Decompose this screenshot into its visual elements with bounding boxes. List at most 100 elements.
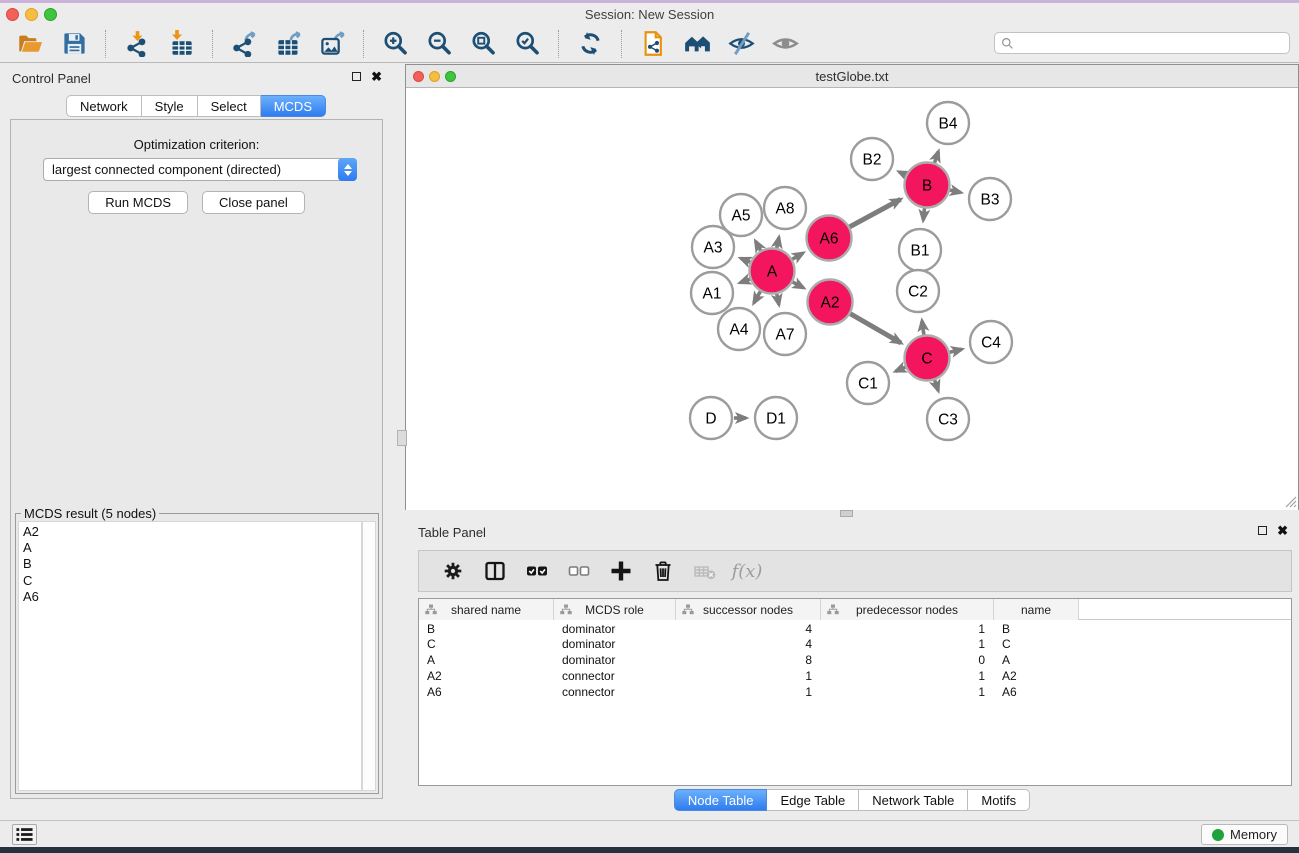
graph-node-C3[interactable]: C3 [927,398,969,440]
graph-edge-C-C1[interactable] [896,367,906,371]
add-column-icon[interactable] [602,555,640,587]
search-input[interactable] [1014,36,1289,50]
zoom-selected-icon[interactable] [508,28,546,60]
close-panel-button[interactable]: Close panel [202,191,305,214]
delete-table-icon[interactable] [686,555,724,587]
show-graphics-icon[interactable] [766,28,804,60]
table-cell[interactable]: connector [554,667,676,683]
graph-edge-C-C3[interactable] [934,380,938,391]
graph-node-A2[interactable]: A2 [808,280,853,325]
column-header-predecessor-nodes[interactable]: predecessor nodes [821,599,994,620]
graph-edge-A-A3[interactable] [741,258,751,262]
graph-node-C2[interactable]: C2 [897,270,939,312]
mcds-result-item[interactable]: A2 [23,524,357,540]
graph-edge-B-B1[interactable] [923,208,924,220]
task-history-button[interactable] [12,824,37,845]
table-settings-icon[interactable] [434,555,472,587]
graph-node-A8[interactable]: A8 [764,187,806,229]
mcds-result-item[interactable]: A6 [23,589,357,605]
graph-node-A[interactable]: A [750,249,795,294]
table-tab-motifs[interactable]: Motifs [968,789,1030,811]
graph-edge-A6-B[interactable] [849,199,900,227]
table-cell[interactable]: connector [554,683,676,699]
table-row[interactable]: Bdominator41B [419,620,1291,636]
graph-edge-A2-C[interactable] [850,313,901,343]
show-columns-icon[interactable] [476,555,514,587]
table-cell[interactable]: dominator [554,652,676,668]
open-session-icon[interactable] [11,28,49,60]
graph-edge-C-C4[interactable] [949,349,962,352]
search-field[interactable] [994,32,1290,54]
table-cell[interactable]: 8 [676,652,821,668]
graph-edge-B-B4[interactable] [934,151,938,163]
graph-node-C4[interactable]: C4 [970,321,1012,363]
graph-node-B1[interactable]: B1 [899,229,941,271]
zoom-out-icon[interactable] [420,28,458,60]
graph-edge-B-B3[interactable] [949,190,960,193]
table-cell[interactable]: 1 [821,636,994,652]
horizontal-splitter-handle[interactable] [840,510,853,517]
graph-node-D1[interactable]: D1 [755,397,797,439]
graph-edge-A-A7[interactable] [777,294,779,305]
hide-details-icon[interactable] [722,28,760,60]
table-cell[interactable]: B [994,620,1079,636]
function-builder-icon[interactable]: f(x) [728,555,766,587]
column-header-successor-nodes[interactable]: successor nodes [676,599,821,620]
graph-edge-B-B2[interactable] [899,172,906,175]
close-panel-icon[interactable]: ✖ [371,72,382,81]
graph-edge-C-C2[interactable] [922,321,924,335]
graph-node-D[interactable]: D [690,397,732,439]
table-tab-edge-table[interactable]: Edge Table [767,789,859,811]
import-table-icon[interactable] [162,28,200,60]
graph-node-C1[interactable]: C1 [847,362,889,404]
graph-node-A3[interactable]: A3 [692,226,734,268]
mcds-result-item[interactable]: C [23,573,357,589]
column-header-name[interactable]: name [994,599,1079,620]
table-cell[interactable]: 1 [821,683,994,699]
table-cell[interactable]: B [419,620,554,636]
table-cell[interactable]: 4 [676,636,821,652]
graph-node-A4[interactable]: A4 [718,308,760,350]
table-cell[interactable]: 0 [821,652,994,668]
table-cell[interactable]: 4 [676,620,821,636]
run-mcds-button[interactable]: Run MCDS [88,191,188,214]
table-cell[interactable]: 1 [821,667,994,683]
table-cell[interactable]: A [419,652,554,668]
graph-node-A6[interactable]: A6 [807,216,852,261]
float-table-panel-icon[interactable] [1258,526,1267,535]
network-canvas[interactable]: B4B2BB3A5A8A6A3B1AA1C2A2A4A7CC4C1DD1C3 [406,89,1298,510]
save-session-icon[interactable] [55,28,93,60]
export-table-icon[interactable] [269,28,307,60]
network-window-titlebar[interactable]: testGlobe.txt [406,65,1298,88]
float-panel-icon[interactable] [352,72,361,81]
table-row[interactable]: Cdominator41C [419,636,1291,652]
table-cell[interactable]: A2 [419,667,554,683]
network-from-file-icon[interactable] [634,28,672,60]
graph-edge-A-A4[interactable] [754,291,761,303]
close-table-panel-icon[interactable]: ✖ [1277,526,1288,535]
graph-edge-A-A5[interactable] [756,241,761,251]
graph-node-B4[interactable]: B4 [927,102,969,144]
graph-edge-A-A2[interactable] [792,282,803,288]
table-cell[interactable]: dominator [554,636,676,652]
graph-edge-A-A8[interactable] [777,237,779,248]
table-cell[interactable]: 1 [676,667,821,683]
zoom-fit-icon[interactable] [464,28,502,60]
table-tab-node-table[interactable]: Node Table [674,789,768,811]
table-row[interactable]: A2connector11A2 [419,667,1291,683]
table-cell[interactable]: A2 [994,667,1079,683]
table-row[interactable]: A6connector11A6 [419,683,1291,699]
table-tab-network-table[interactable]: Network Table [859,789,968,811]
mcds-result-item[interactable]: B [23,556,357,572]
table-cell[interactable]: A6 [419,683,554,699]
export-image-icon[interactable] [313,28,351,60]
graph-node-B[interactable]: B [905,163,950,208]
refresh-layout-icon[interactable] [571,28,609,60]
select-all-columns-icon[interactable] [518,555,556,587]
delete-columns-icon[interactable] [644,555,682,587]
graph-node-A7[interactable]: A7 [764,313,806,355]
table-cell[interactable]: C [994,636,1079,652]
resize-grip-icon[interactable] [1283,494,1297,508]
graph-edge-A-A6[interactable] [792,253,803,259]
graph-node-B3[interactable]: B3 [969,178,1011,220]
